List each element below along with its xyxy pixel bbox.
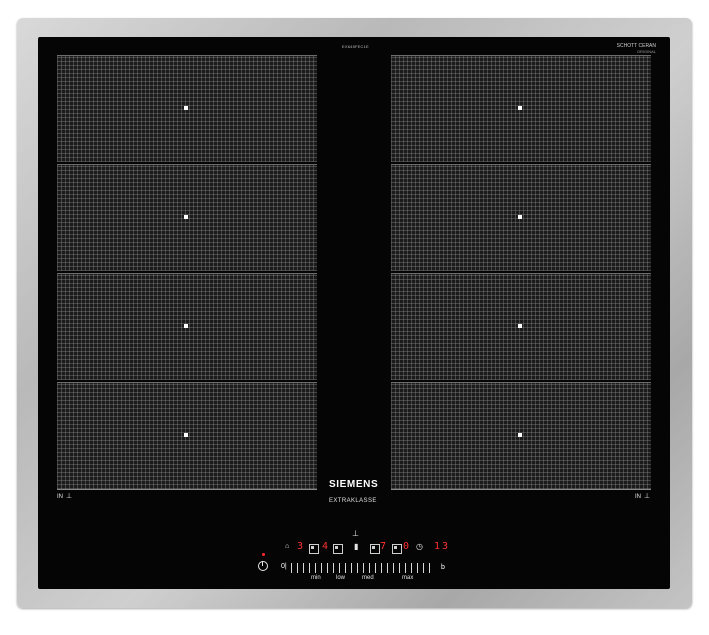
power-slider[interactable] [291,563,433,573]
right-zone-3[interactable] [391,273,651,380]
zone3-level-display: 7 [380,541,387,552]
zone-marker [518,324,522,328]
induction-icon: ⊥ [644,493,651,500]
left-zone-1[interactable] [57,55,317,162]
brand-logo: SIEMENS [329,479,379,490]
right-induction-label: IN ⊥ [635,493,651,500]
right-zone-1[interactable] [391,55,651,162]
zone-marker [518,215,522,219]
slider-min-label: min [311,575,321,581]
zone-marker [518,106,522,110]
zone-marker [184,106,188,110]
zone2-level-display: 4 [322,541,329,552]
induction-status-icon: ⊥ [352,529,359,538]
lock-icon[interactable]: ▮ [354,542,358,551]
zone1-level-display: 3 [297,541,304,552]
left-zone-4[interactable] [57,382,317,489]
slider-zero-label[interactable]: 0| [281,563,287,570]
zone4-select-icon[interactable] [392,544,402,554]
slider-max-label: max [402,575,414,581]
left-zone-3[interactable] [57,273,317,380]
schott-ceran-logo: SCHOTT CERAN ORIGINAL [616,43,656,55]
zone-marker [184,215,188,219]
zone-marker [184,324,188,328]
model-code: EX645FEC1E [342,44,369,49]
zone1-select-icon[interactable] [309,544,319,554]
timer-display: 13 [434,541,451,552]
slider-med-label: med [362,575,374,581]
left-induction-label: IN ⊥ [57,493,73,500]
slider-low-label: low [336,575,346,581]
zone2-select-icon[interactable] [333,544,343,554]
power-button[interactable] [258,561,268,571]
zone-marker [518,433,522,437]
zone-marker [184,433,188,437]
right-zone-2[interactable] [391,164,651,271]
zone4-level-display: 0 [403,541,410,552]
right-zone-base-line [391,489,651,490]
right-zone-4[interactable] [391,382,651,489]
product-line-label: EXTRAKLASSE [329,498,377,504]
left-zone-base-line [57,489,317,490]
zone3-select-icon[interactable] [370,544,380,554]
left-zone-2[interactable] [57,164,317,271]
induction-icon: ⊥ [66,493,73,500]
boost-button[interactable]: b [441,564,445,571]
timer-icon[interactable]: ◷ [416,542,423,551]
power-indicator-led [262,553,265,556]
frying-sensor-icon[interactable]: ⌂ [285,543,289,550]
